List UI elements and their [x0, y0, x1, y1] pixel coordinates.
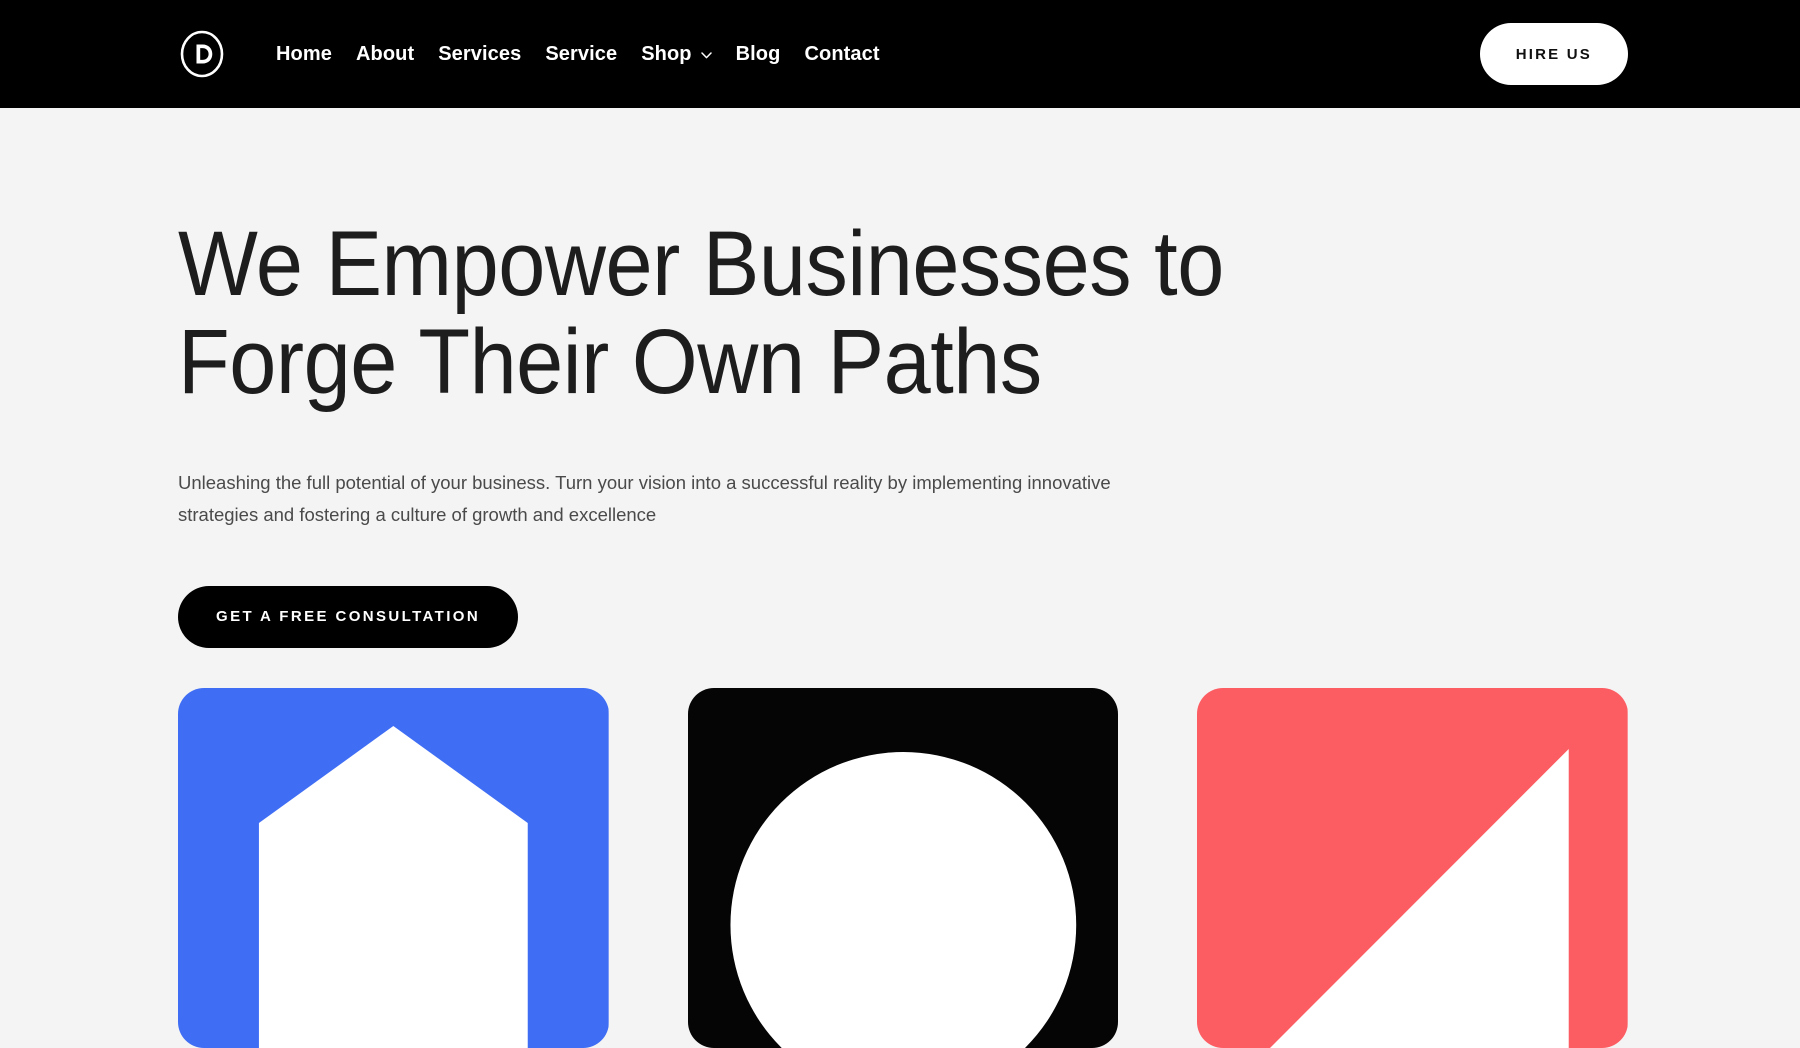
hire-us-button[interactable]: HIRE US	[1479, 23, 1628, 85]
chevron-down-icon	[700, 51, 712, 59]
card-house[interactable]	[178, 688, 609, 1048]
divi-logo[interactable]	[178, 30, 226, 78]
get-free-consultation-button[interactable]: GET A FREE CONSULTATION	[178, 585, 519, 648]
nav-item-service[interactable]: Service	[533, 34, 629, 74]
site-header: Home About Services Service Shop Blog Co…	[0, 0, 1800, 108]
nav-label: Service	[545, 43, 618, 65]
nav-item-home[interactable]: Home	[264, 34, 344, 74]
nav-item-contact[interactable]: Contact	[792, 34, 891, 74]
divi-logo-icon	[180, 30, 224, 78]
nav-item-shop[interactable]: Shop	[629, 34, 723, 74]
page-title: We Empower Businesses to Forge Their Own…	[178, 213, 1224, 413]
nav-item-blog[interactable]: Blog	[724, 34, 793, 74]
triangle-shape-icon	[1197, 688, 1629, 1048]
nav-label: Services	[438, 43, 522, 65]
feature-cards-row	[178, 688, 1629, 1048]
nav-item-services[interactable]: Services	[426, 34, 533, 74]
nav-label: Shop	[641, 43, 692, 65]
nav-label: Blog	[735, 43, 781, 65]
circle-shape-icon	[687, 688, 1119, 1048]
house-shape-icon	[178, 688, 609, 1048]
header-inner: Home About Services Service Shop Blog Co…	[0, 0, 1800, 108]
hero-section: We Empower Businesses to Forge Their Own…	[0, 108, 1800, 648]
nav-label: Home	[276, 43, 332, 65]
nav-item-about[interactable]: About	[344, 34, 426, 74]
hero-subtitle: Unleashing the full potential of your bu…	[178, 472, 1111, 525]
card-circle[interactable]	[687, 688, 1119, 1048]
nav-label: About	[355, 43, 415, 65]
card-triangle[interactable]	[1197, 688, 1629, 1048]
nav-label: Contact	[804, 43, 880, 65]
main-nav: Home About Services Service Shop Blog Co…	[264, 34, 892, 74]
